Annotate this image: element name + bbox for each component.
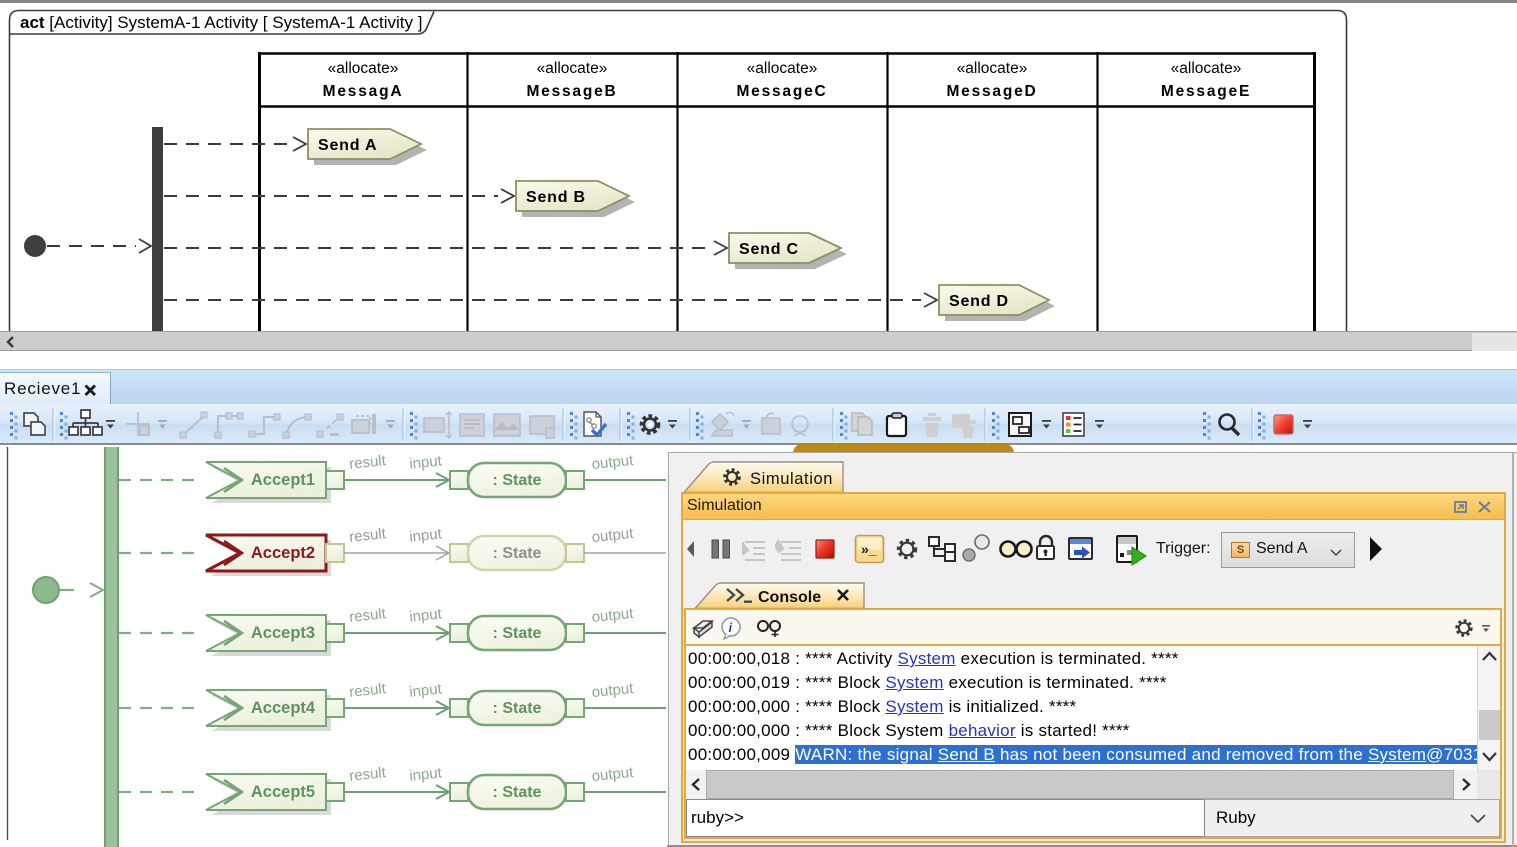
svg-text:result: result [348, 680, 387, 701]
svg-text:Simulation: Simulation [750, 470, 833, 488]
svg-text:Send D: Send D [949, 293, 1009, 310]
svg-text:output: output [591, 764, 635, 785]
svg-text:MessageD: MessageD [946, 83, 1037, 100]
svg-text:Console: Console [758, 589, 821, 606]
svg-text:Send A: Send A [318, 137, 377, 154]
svg-text:output: output [591, 680, 635, 701]
svg-text:input: input [408, 605, 443, 625]
svg-text:act [Activity] SystemA-1 Activ: act [Activity] SystemA-1 Activity [ Syst… [20, 13, 422, 32]
svg-text:Send B: Send B [526, 189, 586, 206]
svg-text:MessageE: MessageE [1161, 83, 1251, 100]
svg-text:«allocate»: «allocate» [328, 60, 399, 77]
svg-text:«allocate»: «allocate» [1171, 60, 1242, 77]
svg-text:Accept5: Accept5 [251, 783, 315, 801]
svg-text:Accept4: Accept4 [251, 699, 316, 717]
svg-text:Accept1: Accept1 [251, 471, 315, 489]
svg-text:input: input [408, 525, 443, 545]
svg-text:«allocate»: «allocate» [537, 60, 608, 77]
svg-text:: State: : State [493, 472, 542, 489]
svg-text:: State: : State [493, 545, 542, 562]
svg-text:i: i [729, 620, 733, 635]
svg-text:«allocate»: «allocate» [957, 60, 1028, 77]
svg-text:MessageB: MessageB [526, 83, 617, 100]
svg-text:output: output [591, 605, 635, 626]
svg-text:»_: »_ [861, 541, 877, 557]
svg-text:Send C: Send C [739, 241, 799, 258]
svg-text:result: result [348, 764, 387, 785]
svg-text:input: input [408, 680, 443, 700]
svg-text:: State: : State [493, 625, 542, 642]
svg-text:MessageC: MessageC [736, 83, 827, 100]
svg-text:MessagA: MessagA [323, 83, 404, 100]
svg-text:input: input [408, 452, 443, 472]
svg-text:«allocate»: «allocate» [747, 60, 818, 77]
svg-text:result: result [348, 605, 387, 626]
svg-text:result: result [348, 525, 387, 546]
svg-text:result: result [348, 452, 387, 473]
svg-text:Accept2: Accept2 [251, 544, 315, 562]
svg-text:Accept3: Accept3 [251, 624, 315, 642]
svg-text:: State: : State [493, 700, 542, 717]
svg-text:: State: : State [493, 784, 542, 801]
svg-text:output: output [591, 452, 635, 473]
svg-text:output: output [591, 525, 635, 546]
svg-text:input: input [408, 764, 443, 784]
